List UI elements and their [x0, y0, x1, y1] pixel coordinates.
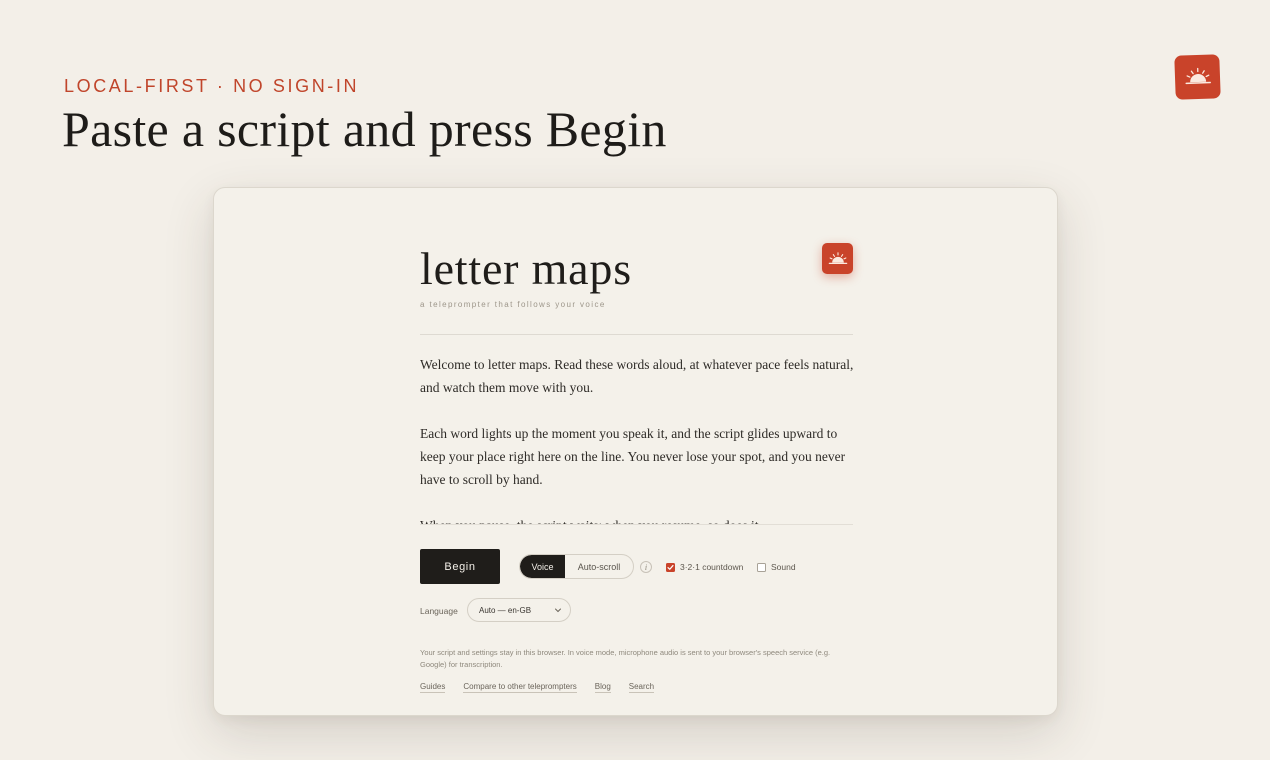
sound-checkbox[interactable] — [757, 562, 766, 572]
eyebrow-label: LOCAL-FIRST · NO SIGN-IN — [64, 76, 360, 96]
script-text-area[interactable]: Welcome to letter maps. Read these words… — [420, 353, 860, 524]
countdown-label: 3·2·1 countdown — [680, 562, 744, 572]
privacy-note: Your script and settings stay in this br… — [420, 648, 831, 669]
mode-auto-scroll-option[interactable]: Auto-scroll — [565, 555, 633, 578]
footer-link-blog[interactable]: Blog — [594, 682, 611, 693]
language-selected-value: Auto — en-GB — [479, 605, 532, 615]
app-window: letter maps a teleprompter that follows … — [213, 187, 1058, 716]
app-tagline: a teleprompter that follows your voice — [420, 300, 606, 309]
sound-label: Sound — [771, 562, 796, 572]
sunrise-icon — [828, 251, 847, 264]
footer-link-search[interactable]: Search — [628, 682, 655, 693]
mode-toggle: Voice Auto-scroll — [519, 554, 634, 579]
script-paragraph: Each word lights up the moment you speak… — [420, 426, 846, 487]
begin-button[interactable]: Begin — [420, 549, 500, 584]
script-paragraph: Welcome to letter maps. Read these words… — [420, 357, 854, 395]
app-title: letter maps — [420, 243, 632, 294]
checkmark-icon — [667, 564, 674, 570]
language-select[interactable]: Auto — en-GB — [467, 598, 571, 622]
footer-link-guides[interactable]: Guides — [420, 682, 446, 693]
footer-links: Guides Compare to other teleprompters Bl… — [420, 682, 655, 693]
countdown-toggle[interactable]: 3·2·1 countdown — [666, 562, 743, 572]
page-headline: Paste a script and press Begin — [62, 101, 667, 157]
footer-link-compare[interactable]: Compare to other teleprompters — [463, 682, 577, 693]
language-label: Language — [420, 606, 458, 616]
chevron-down-icon — [555, 608, 561, 613]
brand-logo[interactable] — [1174, 54, 1221, 100]
countdown-checkbox[interactable] — [666, 562, 675, 572]
divider-bottom — [420, 524, 853, 525]
app-logo — [822, 243, 853, 274]
divider-top — [420, 334, 853, 335]
mode-voice-option[interactable]: Voice — [520, 555, 565, 578]
info-icon[interactable]: i — [640, 561, 652, 573]
sound-toggle[interactable]: Sound — [757, 562, 796, 572]
script-paragraph: When you pause, the script waits; when y… — [420, 514, 860, 524]
sunrise-icon — [1184, 67, 1211, 85]
